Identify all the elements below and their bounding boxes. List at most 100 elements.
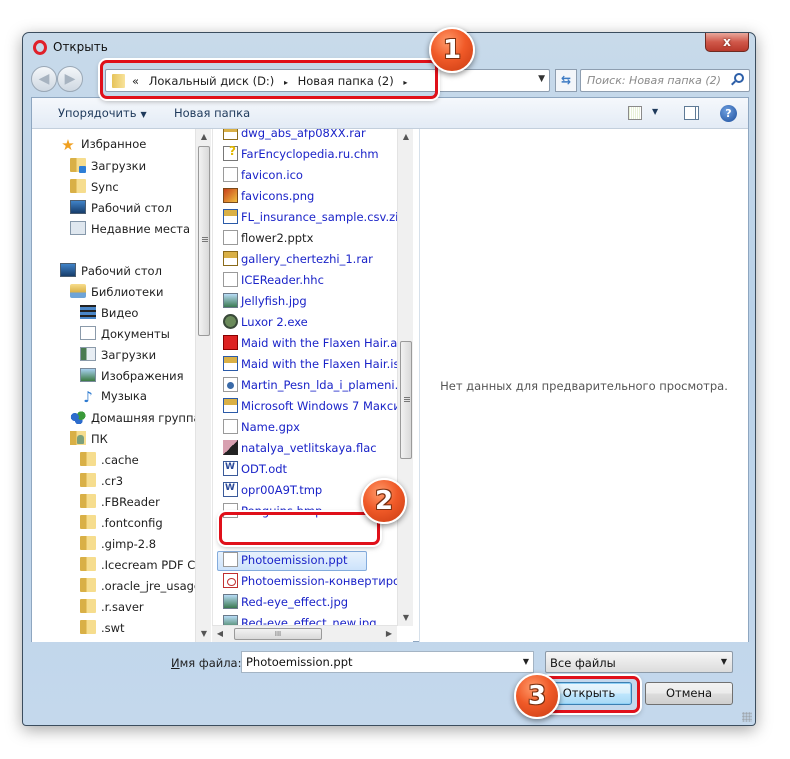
sidebar-item-label: Недавние места bbox=[91, 222, 191, 236]
preview-pane: Нет данных для предварительного просмотр… bbox=[419, 129, 748, 642]
folder-icon bbox=[80, 599, 96, 613]
scrollbar-thumb[interactable]: III bbox=[234, 628, 322, 640]
scroll-up-icon[interactable]: ▲ bbox=[196, 129, 212, 145]
file-item[interactable]: FarEncyclopedia.ru.chm bbox=[223, 144, 379, 166]
help-icon[interactable]: ? bbox=[720, 105, 737, 122]
cancel-button[interactable]: Отмена bbox=[645, 682, 733, 705]
file-item[interactable]: Maid with the Flaxen Hair.iso bbox=[223, 356, 406, 376]
sidebar-item-sync[interactable]: Sync bbox=[70, 179, 119, 199]
sidebar-item-desktop[interactable]: Рабочий стол bbox=[60, 263, 162, 283]
file-name: FL_insurance_sample.csv.zip bbox=[241, 210, 406, 224]
filename-label: Имя файла: bbox=[171, 656, 241, 670]
sidebar-item-video[interactable]: Видео bbox=[80, 305, 138, 325]
file-name: Martin_Pesn_lda_i_plameni.fb2 bbox=[241, 378, 413, 392]
sidebar-item-library-downloads[interactable]: Загрузки bbox=[80, 347, 156, 367]
sidebar-item-folder[interactable]: .r.saver bbox=[80, 599, 144, 619]
file-item[interactable]: Red-eye_effect.jpg bbox=[223, 594, 348, 614]
ape-icon bbox=[223, 335, 238, 350]
refresh-button[interactable]: ⇆ bbox=[555, 69, 577, 92]
file-name: Maid with the Flaxen Hair.ape bbox=[241, 336, 412, 350]
file-name: Red-eye_effect.jpg bbox=[241, 595, 349, 609]
scroll-right-icon[interactable]: ▶ bbox=[381, 626, 397, 642]
view-options-chevron-icon[interactable]: ▼ bbox=[652, 107, 658, 116]
file-item[interactable]: dwg_abs_afp08XX.rar bbox=[223, 129, 366, 145]
sidebar-item-music[interactable]: ♪ Музыка bbox=[80, 389, 147, 409]
scroll-down-icon[interactable]: ▼ bbox=[398, 610, 413, 626]
filename-input[interactable] bbox=[246, 655, 506, 669]
navigation-pane-scrollbar[interactable]: ▲ ▼ bbox=[195, 129, 211, 642]
file-item[interactable]: Martin_Pesn_lda_i_plameni.fb2 bbox=[223, 377, 413, 397]
sidebar-item-favorites[interactable]: ★ Избранное bbox=[60, 137, 146, 157]
sidebar-item-recent-places[interactable]: Недавние места bbox=[70, 221, 190, 241]
sidebar-item-folder[interactable]: .fontconfig bbox=[80, 515, 163, 535]
highlight-address-bar bbox=[100, 60, 438, 99]
sidebar-item-folder[interactable]: .cache bbox=[80, 452, 139, 472]
file-item[interactable]: Luxor 2.exe bbox=[223, 314, 308, 334]
file-name: Luxor 2.exe bbox=[241, 315, 308, 329]
sidebar-item-folder[interactable]: .swt bbox=[80, 620, 125, 640]
sidebar-item-downloads[interactable]: Загрузки bbox=[70, 158, 146, 178]
sidebar-item-desktop-favorite[interactable]: Рабочий стол bbox=[70, 200, 172, 220]
file-item[interactable]: gallery_chertezhi_1.rar bbox=[223, 251, 373, 271]
back-button[interactable]: ◀ bbox=[31, 66, 57, 92]
scroll-left-icon[interactable]: ◀ bbox=[212, 626, 228, 642]
file-item[interactable]: Photoemission-конвертированный.pdf bbox=[223, 573, 413, 593]
file-type-value: Все файлы bbox=[550, 656, 616, 670]
chevron-down-icon[interactable]: ▼ bbox=[523, 657, 529, 666]
preview-pane-icon[interactable] bbox=[684, 106, 699, 120]
change-view-icon[interactable] bbox=[628, 106, 642, 120]
file-item[interactable]: Microsoft Windows 7 Максимальная bbox=[223, 398, 413, 418]
chm-icon bbox=[223, 144, 238, 161]
sidebar-item-folder[interactable]: .FBReader bbox=[80, 494, 160, 514]
file-list-horizontal-scrollbar[interactable]: ◀ III ▶ bbox=[212, 625, 397, 642]
file-item[interactable]: Maid with the Flaxen Hair.ape bbox=[223, 335, 412, 355]
jpg-icon bbox=[223, 293, 238, 308]
search-input[interactable]: Поиск: Новая папка (2) bbox=[580, 69, 750, 92]
folder-icon bbox=[80, 515, 96, 529]
scrollbar-thumb[interactable] bbox=[198, 146, 210, 336]
sidebar-item-libraries[interactable]: Библиотеки bbox=[70, 284, 164, 304]
scrollbar-thumb[interactable] bbox=[400, 341, 412, 459]
scroll-up-icon[interactable]: ▲ bbox=[398, 129, 413, 145]
sidebar-item-folder[interactable]: .Icecream PDF Co bbox=[80, 557, 202, 577]
close-button[interactable]: x bbox=[705, 33, 749, 52]
resize-grip[interactable] bbox=[742, 712, 752, 722]
forward-button[interactable]: ▶ bbox=[57, 66, 83, 92]
file-item[interactable]: ICEReader.hhc bbox=[223, 272, 324, 292]
sidebar-item-label: Избранное bbox=[81, 137, 147, 151]
file-item[interactable]: Jellyfish.jpg bbox=[223, 293, 307, 313]
file-item[interactable]: ODT.odt bbox=[223, 461, 287, 481]
desktop-icon bbox=[60, 263, 76, 277]
file-item[interactable]: favicons.png bbox=[223, 188, 314, 208]
sidebar-item-pictures[interactable]: Изображения bbox=[80, 368, 184, 388]
sidebar-item-folder[interactable]: .oracle_jre_usage bbox=[80, 578, 201, 598]
file-name: dwg_abs_afp08XX.rar bbox=[241, 129, 366, 140]
filename-combobox[interactable]: ▼ bbox=[241, 651, 534, 673]
file-item[interactable]: FL_insurance_sample.csv.zip bbox=[223, 209, 406, 229]
title-bar: Открыть x bbox=[23, 33, 755, 61]
file-item[interactable]: natalya_vetlitskaya.flac bbox=[223, 440, 377, 460]
step-badge-3: 3 bbox=[514, 673, 560, 719]
address-dropdown-icon[interactable]: ▼ bbox=[538, 74, 545, 84]
new-folder-button[interactable]: Новая папка bbox=[174, 106, 250, 120]
sidebar-item-folder[interactable]: .gimp-2.8 bbox=[80, 536, 156, 556]
scroll-down-icon[interactable]: ▼ bbox=[196, 626, 212, 642]
sidebar-item-folder[interactable]: .cr3 bbox=[80, 473, 123, 493]
file-item-selected[interactable]: Photoemission.ppt bbox=[223, 552, 348, 572]
sidebar-item-homegroup[interactable]: Домашняя группа bbox=[70, 410, 201, 430]
file-item[interactable]: Name.gpx bbox=[223, 419, 300, 439]
file-type-select[interactable]: Все файлы ▼ bbox=[545, 651, 733, 673]
file-item[interactable]: opr00A9T.tmp bbox=[223, 482, 322, 502]
file-name: ODT.odt bbox=[241, 462, 288, 476]
file-item[interactable]: flower2.pptx bbox=[223, 230, 313, 250]
file-list-scrollbar[interactable]: ▲ ▼ bbox=[397, 129, 413, 626]
sidebar-item-documents[interactable]: Документы bbox=[80, 326, 170, 346]
sidebar-item-label: Изображения bbox=[101, 369, 184, 383]
search-icon[interactable] bbox=[734, 73, 744, 83]
organize-button[interactable]: Упорядочить ▼ bbox=[58, 106, 147, 120]
sidebar-item-pc[interactable]: ПК bbox=[70, 431, 108, 451]
file-name: Maid with the Flaxen Hair.iso bbox=[241, 357, 407, 371]
chevron-down-icon: ▼ bbox=[720, 657, 727, 666]
dialog-footer: Имя файла: ▼ Все файлы ▼ Открыть Отмена bbox=[23, 645, 755, 725]
file-item[interactable]: favicon.ico bbox=[223, 167, 303, 187]
